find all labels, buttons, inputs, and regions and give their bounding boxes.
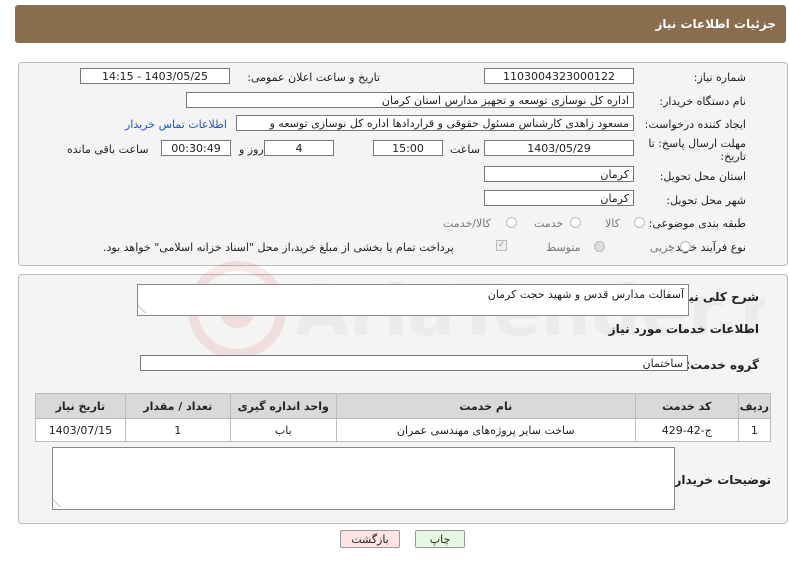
table-row[interactable]: 1 ج-42-429 ساخت سایر پروژه‌های مهندسی عم… (35, 418, 772, 442)
service-group-field[interactable]: ساختمان (140, 355, 688, 371)
cell-row: 1 (737, 418, 772, 442)
deadline-label: مهلت ارسال پاسخ: تا تاریخ: (628, 137, 746, 163)
services-section-title: اطلاعات خدمات مورد نیاز (608, 322, 759, 336)
treasury-payment-checkbox[interactable]: ✓ (496, 240, 507, 251)
summary-text: آسفالت مدارس قدس و شهید حجت کرمان (487, 288, 684, 301)
category-option-goods-service: کالا/خدمت (443, 217, 491, 230)
cell-date: 1403/07/15 (35, 418, 126, 442)
col-row-header: ردیف (737, 393, 772, 419)
buyer-org-label: نام دستگاه خریدار: (659, 95, 746, 108)
days-remaining-field[interactable]: 4 (264, 140, 334, 156)
service-group-label: گروه خدمت: (685, 358, 759, 372)
category-radio-service[interactable] (570, 217, 581, 228)
resize-grip-icon (137, 305, 154, 313)
need-number-field[interactable]: 1103004323000122 (484, 68, 634, 84)
col-date-header: تاریخ نیاز (35, 393, 126, 419)
cell-unit: باب (229, 418, 337, 442)
category-option-goods: کالا (605, 217, 620, 230)
cell-qty: 1 (124, 418, 231, 442)
table-header-row: ردیف کد خدمت نام خدمت واحد اندازه گیری ت… (35, 393, 772, 419)
deadline-time-label: ساعت (450, 143, 480, 156)
page-header: جزئیات اطلاعات نیاز (15, 5, 786, 43)
buyer-org-field[interactable]: اداره کل نوسازی توسعه و تجهیز مدارس استا… (186, 92, 634, 108)
col-code-header: کد خدمت (634, 393, 739, 419)
need-number-label: شماره نیاز: (693, 71, 746, 84)
summary-textarea[interactable]: آسفالت مدارس قدس و شهید حجت کرمان (137, 284, 689, 316)
category-radio-goods[interactable] (634, 217, 645, 228)
creator-field[interactable]: مسعود زاهدی کارشناس مسئول حقوقی و قراردا… (236, 115, 634, 131)
resize-grip-icon (52, 499, 69, 507)
days-label: روز و (239, 143, 264, 156)
announce-datetime-label: تاریخ و ساعت اعلان عمومی: (247, 71, 380, 84)
city-label: شهر محل تحویل: (666, 194, 746, 207)
city-field[interactable]: کرمان (484, 190, 634, 206)
cell-code: ج-42-429 (634, 418, 739, 442)
col-qty-header: تعداد / مقدار (124, 393, 231, 419)
back-button[interactable]: بازگشت (340, 530, 400, 548)
announce-datetime-field[interactable]: 1403/05/25 - 14:15 (80, 68, 230, 84)
deadline-time-field[interactable]: 15:00 (373, 140, 443, 156)
remaining-time-label: ساعت باقی مانده (67, 143, 149, 156)
buyer-contact-link[interactable]: اطلاعات تماس خریدار (125, 118, 227, 131)
deadline-label-text: مهلت ارسال پاسخ: تا تاریخ: (648, 137, 746, 163)
deadline-date-field[interactable]: 1403/05/29 (484, 140, 634, 156)
province-label: استان محل تحویل: (659, 170, 746, 183)
category-option-service: خدمت (534, 217, 564, 230)
process-option-minor: جزیی (650, 241, 676, 254)
services-table: ردیف کد خدمت نام خدمت واحد اندازه گیری ت… (35, 393, 772, 442)
category-label: طبقه بندی موضوعی: (648, 217, 746, 230)
process-option-medium: متوسط (546, 241, 581, 254)
province-field[interactable]: کرمان (484, 166, 634, 182)
col-unit-header: واحد اندازه گیری (229, 393, 337, 419)
buyer-notes-label: توضیحات خریدار: (669, 473, 771, 487)
cell-name: ساخت سایر پروژه‌های مهندسی عمران (335, 418, 636, 442)
remaining-time-field[interactable]: 00:30:49 (161, 140, 231, 156)
treasury-payment-note: پرداخت تمام یا بخشی از مبلغ خرید،از محل … (103, 241, 454, 254)
col-name-header: نام خدمت (335, 393, 636, 419)
process-radio-minor[interactable] (680, 241, 691, 252)
page-title: جزئیات اطلاعات نیاز (655, 17, 776, 31)
buyer-notes-textarea[interactable] (52, 447, 675, 510)
category-radio-goods-service[interactable] (506, 217, 517, 228)
creator-label: ایجاد کننده درخواست: (644, 118, 746, 131)
print-button[interactable]: چاپ (415, 530, 465, 548)
process-radio-medium[interactable] (594, 241, 605, 252)
